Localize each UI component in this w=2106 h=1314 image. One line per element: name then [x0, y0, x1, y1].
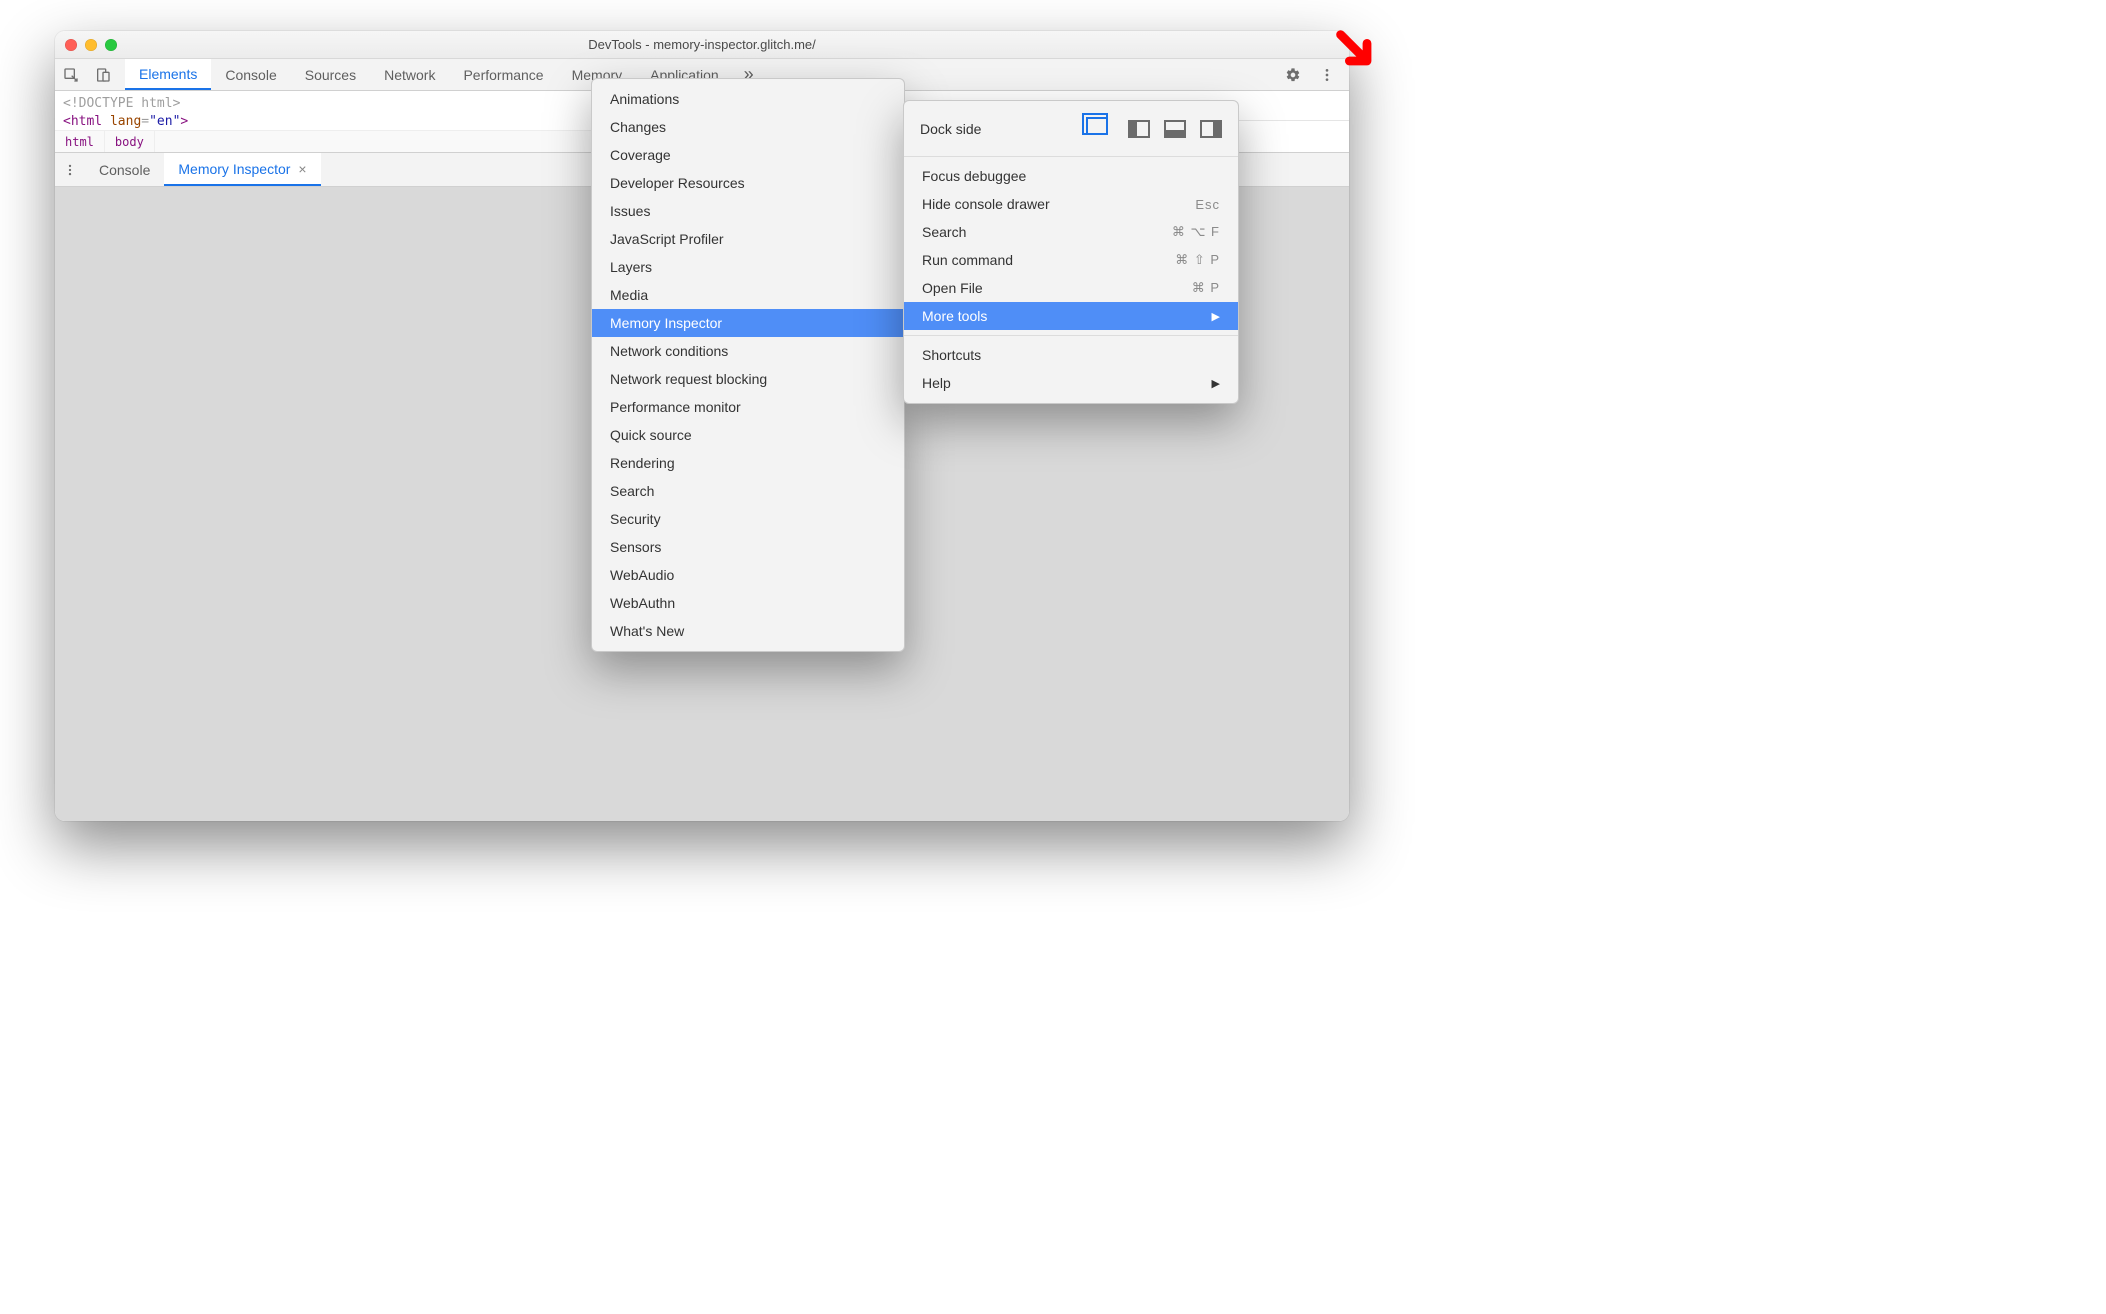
breadcrumb-html[interactable]: html	[55, 131, 105, 152]
menu-shortcut: ⌘ ⌥ F	[1172, 224, 1220, 240]
submenu-item-network-conditions[interactable]: Network conditions	[592, 337, 904, 365]
dock-side-label: Dock side	[920, 121, 981, 137]
submenu-item-webauthn[interactable]: WebAuthn	[592, 589, 904, 617]
tab-console[interactable]: Console	[211, 59, 290, 90]
dom-doctype: <!DOCTYPE html>	[63, 96, 180, 111]
submenu-item-rendering[interactable]: Rendering	[592, 449, 904, 477]
submenu-item-webaudio[interactable]: WebAudio	[592, 561, 904, 589]
menu-shortcut: Esc	[1195, 197, 1220, 212]
inspect-element-icon[interactable]	[55, 59, 87, 90]
menu-item-help[interactable]: Help▶	[904, 369, 1238, 397]
close-window-button[interactable]	[65, 39, 77, 51]
main-menu: Dock side Focus debuggeeHide console dra…	[903, 100, 1239, 404]
menu-item-more-tools[interactable]: More tools▶	[904, 302, 1238, 330]
tab-network[interactable]: Network	[370, 59, 449, 90]
dock-left-icon[interactable]	[1128, 120, 1150, 138]
submenu-item-performance-monitor[interactable]: Performance monitor	[592, 393, 904, 421]
traffic-lights	[65, 39, 117, 51]
kebab-menu-icon[interactable]	[1311, 67, 1343, 83]
submenu-item-animations[interactable]: Animations	[592, 85, 904, 113]
submenu-item-quick-source[interactable]: Quick source	[592, 421, 904, 449]
submenu-item-coverage[interactable]: Coverage	[592, 141, 904, 169]
dock-undock-icon[interactable]	[1086, 117, 1114, 141]
menu-item-shortcuts[interactable]: Shortcuts	[904, 341, 1238, 369]
submenu-item-memory-inspector[interactable]: Memory Inspector	[592, 309, 904, 337]
device-toolbar-icon[interactable]	[87, 59, 119, 90]
submenu-item-changes[interactable]: Changes	[592, 113, 904, 141]
window-titlebar: DevTools - memory-inspector.glitch.me/	[55, 31, 1349, 59]
dock-side-row: Dock side	[904, 107, 1238, 151]
chevron-right-icon: ▶	[1212, 310, 1220, 323]
menu-separator	[904, 156, 1238, 157]
submenu-item-security[interactable]: Security	[592, 505, 904, 533]
drawer-tab-memory-inspector[interactable]: Memory Inspector×	[164, 153, 320, 186]
submenu-item-search[interactable]: Search	[592, 477, 904, 505]
drawer-kebab-icon[interactable]	[55, 153, 85, 186]
dock-right-icon[interactable]	[1200, 120, 1222, 138]
menu-item-open-file[interactable]: Open File⌘ P	[904, 274, 1238, 302]
breadcrumb-body[interactable]: body	[105, 131, 155, 152]
settings-gear-icon[interactable]	[1277, 67, 1309, 83]
dom-html-tag[interactable]: <html lang="en">	[63, 113, 595, 131]
submenu-item-layers[interactable]: Layers	[592, 253, 904, 281]
drawer-tab-console[interactable]: Console	[85, 153, 164, 186]
more-tools-submenu: AnimationsChangesCoverageDeveloper Resou…	[591, 78, 905, 652]
menu-separator	[904, 335, 1238, 336]
submenu-item-issues[interactable]: Issues	[592, 197, 904, 225]
submenu-item-sensors[interactable]: Sensors	[592, 533, 904, 561]
submenu-item-what's-new[interactable]: What's New	[592, 617, 904, 645]
window-title: DevTools - memory-inspector.glitch.me/	[55, 37, 1349, 52]
submenu-item-network-request-blocking[interactable]: Network request blocking	[592, 365, 904, 393]
menu-shortcut: ⌘ P	[1192, 280, 1220, 296]
dom-tree-pane[interactable]: <!DOCTYPE html> <html lang="en"> htmlbod…	[55, 91, 603, 152]
menu-item-focus-debuggee[interactable]: Focus debuggee	[904, 162, 1238, 190]
menu-item-hide-console-drawer[interactable]: Hide console drawerEsc	[904, 190, 1238, 218]
close-icon[interactable]: ×	[298, 161, 306, 177]
menu-item-search[interactable]: Search⌘ ⌥ F	[904, 218, 1238, 246]
chevron-right-icon: ▶	[1212, 377, 1220, 390]
menu-item-run-command[interactable]: Run command⌘ ⇧ P	[904, 246, 1238, 274]
tab-elements[interactable]: Elements	[125, 59, 211, 90]
dock-bottom-icon[interactable]	[1164, 120, 1186, 138]
submenu-item-media[interactable]: Media	[592, 281, 904, 309]
tab-sources[interactable]: Sources	[291, 59, 370, 90]
submenu-item-developer-resources[interactable]: Developer Resources	[592, 169, 904, 197]
minimize-window-button[interactable]	[85, 39, 97, 51]
submenu-item-javascript-profiler[interactable]: JavaScript Profiler	[592, 225, 904, 253]
zoom-window-button[interactable]	[105, 39, 117, 51]
tab-performance[interactable]: Performance	[449, 59, 557, 90]
dom-breadcrumb: htmlbody	[55, 130, 603, 152]
menu-shortcut: ⌘ ⇧ P	[1175, 252, 1220, 268]
